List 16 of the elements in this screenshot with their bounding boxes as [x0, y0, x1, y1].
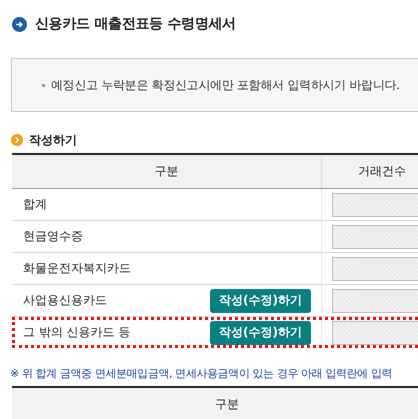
row-label: 사업용신용카드	[23, 292, 107, 309]
column-header: 구분	[12, 154, 322, 188]
row-label: 화물운전자복지카드	[23, 260, 131, 277]
column-header: 구분	[12, 387, 418, 419]
chevron-circle-icon	[11, 134, 23, 146]
section-title: 작성하기	[29, 132, 77, 148]
note-text: ※ 위 합계 금액중 면세분매입금액, 면세사용금액이 있는 경우 아래 입력란에 입력	[10, 366, 394, 382]
row-label: 그 밖의 신용카드 등	[23, 324, 130, 341]
column-header: 거래건수	[322, 154, 418, 188]
edit-button[interactable]: 작성(수정)하기	[210, 288, 311, 312]
row-label: 합계	[23, 196, 47, 213]
row-label: 현금영수증	[23, 228, 83, 245]
notice-text: 예정신고 누락분은 확정신고시에만 포함해서 입력하시기 바랍니다.	[51, 76, 400, 94]
page-title: 신용카드 매출전표등 수령명세서	[35, 15, 236, 33]
arrow-circle-icon	[12, 16, 27, 32]
edit-button[interactable]: 작성(수정)하기	[210, 320, 311, 344]
